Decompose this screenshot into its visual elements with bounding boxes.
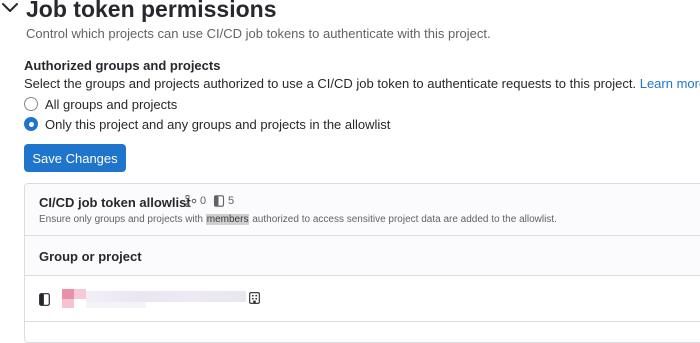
allowlist-card-header: CI/CD job token allowlist 0 5 Ensure onl…	[25, 184, 700, 236]
radio-label: All groups and projects	[45, 96, 178, 112]
redacted-avatar	[62, 299, 74, 308]
section-header: Job token permissions	[0, 0, 700, 22]
allowlist-title: CI/CD job token allowlist	[39, 195, 191, 210]
radio-allowlist-only[interactable]: Only this project and any groups and pro…	[24, 115, 390, 133]
allowlist-description: Ensure only groups and projects with mem…	[39, 214, 557, 225]
project-count: 5	[213, 195, 234, 207]
table-row	[25, 276, 700, 322]
allowlist-card: CI/CD job token allowlist 0 5 Ensure onl…	[24, 183, 700, 343]
radio-all-groups[interactable]: All groups and projects	[24, 95, 177, 113]
save-changes-button[interactable]: Save Changes	[24, 144, 126, 172]
allowlist-description-end: authorized to access sensitive project d…	[252, 214, 557, 225]
redacted-project-name[interactable]	[86, 291, 246, 302]
members-highlight: members	[205, 214, 250, 225]
chevron-down-icon[interactable]	[0, 0, 20, 18]
column-header-group-or-project: Group or project	[39, 249, 142, 264]
allowlist-description-start: Ensure only groups and projects with	[39, 214, 203, 225]
project-icon	[213, 195, 225, 207]
radio-button[interactable]	[24, 97, 38, 111]
radio-button-checked[interactable]	[24, 117, 38, 131]
authorized-help-body: Select the groups and projects authorize…	[24, 76, 637, 91]
project-count-value: 5	[228, 195, 235, 207]
table-header: Group or project	[25, 236, 700, 276]
organization-icon	[249, 292, 260, 304]
radio-label: Only this project and any groups and pro…	[45, 116, 391, 132]
project-icon	[39, 293, 50, 306]
redacted-avatar	[62, 289, 74, 299]
section-description: Control which projects can use CI/CD job…	[26, 26, 491, 41]
group-count-value: 0	[200, 195, 207, 207]
group-icon	[185, 195, 197, 207]
redacted-avatar	[74, 289, 86, 299]
redacted-project-path	[86, 302, 146, 308]
authorized-label: Authorized groups and projects	[24, 58, 221, 73]
group-count: 0	[185, 195, 206, 207]
page-title: Job token permissions	[26, 0, 277, 22]
learn-more-link[interactable]: Learn more.	[640, 76, 700, 91]
authorized-help-text: Select the groups and projects authorize…	[24, 76, 700, 91]
